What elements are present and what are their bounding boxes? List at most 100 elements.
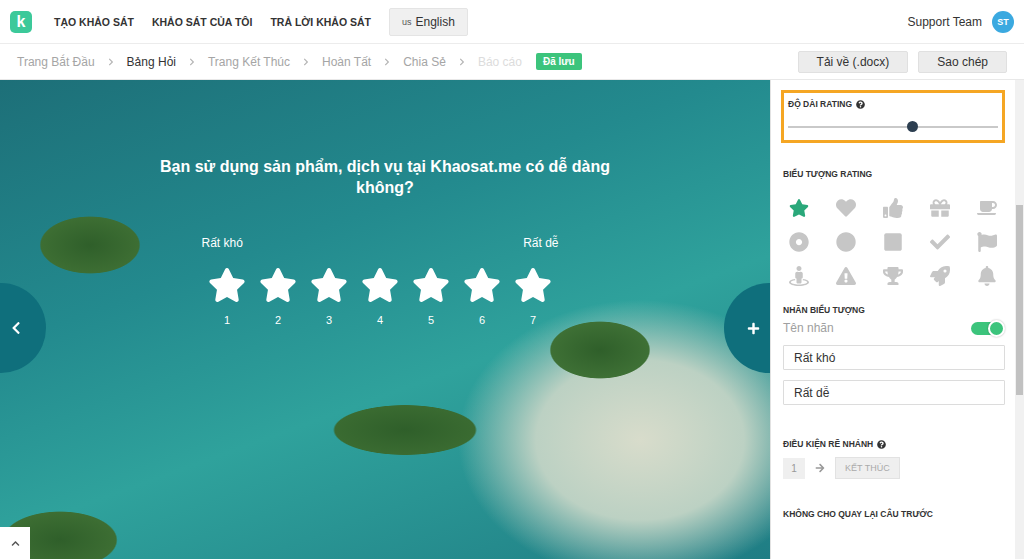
- bell-icon: [977, 266, 997, 286]
- rating-number: 7: [530, 314, 536, 326]
- gift-icon: [930, 198, 950, 218]
- icon-option[interactable]: [971, 225, 1015, 259]
- rating-option[interactable]: 3: [304, 266, 355, 326]
- top-bar: k TẠO KHẢO SÁT KHẢO SÁT CỦA TÔI TRẢ LỜI KHẢ…: [0, 0, 1024, 44]
- icon-option[interactable]: [924, 259, 971, 293]
- person-icon: [789, 266, 809, 286]
- logo[interactable]: k: [10, 11, 32, 33]
- arrow-right-icon: [815, 463, 825, 473]
- rating-number: 3: [326, 314, 332, 326]
- rating-number: 6: [479, 314, 485, 326]
- trophy-icon: [883, 266, 903, 286]
- section-label: NHÃN BIỂU TƯỢNG: [783, 305, 1005, 315]
- rating-option[interactable]: 5: [406, 266, 457, 326]
- step[interactable]: Chia Sẻ: [403, 55, 446, 69]
- icon-option[interactable]: [924, 225, 971, 259]
- icon-option[interactable]: [877, 191, 924, 225]
- chevron-right-icon: [458, 58, 466, 66]
- separator: [458, 58, 466, 66]
- flag: us: [402, 17, 412, 27]
- collapse-button[interactable]: [0, 527, 30, 559]
- icon-option[interactable]: [971, 191, 1015, 225]
- help-icon[interactable]: [877, 440, 886, 449]
- slider-thumb[interactable]: [907, 121, 918, 132]
- user-name[interactable]: Support Team: [908, 15, 983, 29]
- step[interactable]: Trang Kết Thúc: [208, 55, 290, 69]
- rating-option[interactable]: 1: [202, 266, 253, 326]
- icon-option[interactable]: [971, 259, 1015, 293]
- separator: [383, 58, 391, 66]
- section-label: BIỂU TƯỢNG RATING: [783, 169, 1005, 179]
- previous-button[interactable]: [0, 283, 46, 373]
- rating-number: 4: [377, 314, 383, 326]
- step: Báo cáo: [478, 55, 522, 69]
- action-button[interactable]: Tải về (.docx): [798, 51, 909, 73]
- rating-number: 5: [428, 314, 434, 326]
- chevron-right-icon: [302, 58, 310, 66]
- warning-icon: [836, 266, 856, 286]
- circle-icon: [836, 232, 856, 252]
- icon-option[interactable]: [924, 191, 971, 225]
- nav-item[interactable]: TRẢ LỜI KHẢO SÁT: [270, 16, 371, 28]
- star-icon: [789, 198, 809, 218]
- label-toggle[interactable]: [971, 322, 1003, 335]
- separator: [107, 58, 115, 66]
- add-button[interactable]: [724, 283, 770, 373]
- label-input[interactable]: [783, 380, 1005, 405]
- icon-option[interactable]: [783, 225, 830, 259]
- step[interactable]: Hoàn Tất: [322, 55, 371, 69]
- scroll-thumb[interactable]: [1016, 205, 1023, 395]
- icon-option[interactable]: [783, 259, 830, 293]
- icon-option[interactable]: [877, 259, 924, 293]
- high-label: Rất dễ: [523, 236, 558, 250]
- action-button[interactable]: Sao chép: [918, 51, 1007, 73]
- section-label: ĐỘ DÀI RATING: [788, 99, 998, 109]
- chevron-right-icon: [188, 58, 196, 66]
- star-icon: [412, 266, 450, 304]
- rating: Rất khó Rất dễ 1 2 3 4 5 6 7: [202, 236, 559, 326]
- icon-option[interactable]: [877, 225, 924, 259]
- rating-option[interactable]: 2: [253, 266, 304, 326]
- settings-panel: ĐỘ DÀI RATING BIỂU TƯỢNG RATING NHÃN BIỂU …: [770, 80, 1024, 559]
- step[interactable]: Bảng Hỏi: [127, 55, 176, 69]
- separator: [302, 58, 310, 66]
- nav-item[interactable]: KHẢO SÁT CỦA TÔI: [152, 16, 253, 28]
- help-icon[interactable]: [856, 100, 865, 109]
- avatar[interactable]: ST: [992, 11, 1014, 33]
- icon-grid: [783, 191, 1005, 293]
- rocket-icon: [930, 266, 950, 286]
- target-icon: [789, 232, 809, 252]
- branch-target[interactable]: KẾT THÚC: [835, 457, 900, 479]
- flag-icon: [977, 232, 997, 252]
- rating-number: 1: [224, 314, 230, 326]
- branch-from[interactable]: 1: [783, 458, 805, 479]
- rating-option[interactable]: 4: [355, 266, 406, 326]
- label-input[interactable]: [783, 345, 1005, 370]
- coffee-icon: [977, 198, 997, 218]
- icon-option[interactable]: [830, 259, 877, 293]
- icon-option[interactable]: [783, 191, 830, 225]
- scrollbar[interactable]: [1015, 80, 1024, 559]
- question-canvas: Bạn sử dụng sản phẩm, dịch vụ tại Khaosa…: [0, 80, 770, 559]
- rating-option[interactable]: 6: [457, 266, 508, 326]
- star-icon: [463, 266, 501, 304]
- rating-option[interactable]: 7: [508, 266, 559, 326]
- nav-item[interactable]: TẠO KHẢO SÁT: [54, 16, 134, 28]
- language-button[interactable]: us English: [389, 8, 468, 36]
- icon-option[interactable]: [830, 225, 877, 259]
- plus-icon: [747, 322, 760, 335]
- chevron-right-icon: [383, 58, 391, 66]
- square-icon: [883, 232, 903, 252]
- section-label: ĐIỀU KIỆN RẼ NHÁNH: [783, 439, 1005, 449]
- low-label: Rất khó: [202, 236, 243, 250]
- rating-length-slider[interactable]: [788, 126, 998, 128]
- icon-option[interactable]: [830, 191, 877, 225]
- separator: [188, 58, 196, 66]
- saved-badge: Đã lưu: [536, 53, 582, 70]
- step[interactable]: Trang Bắt Đầu: [17, 55, 95, 69]
- star-icon: [259, 266, 297, 304]
- language-label: English: [416, 15, 455, 29]
- question-text: Bạn sử dụng sản phẩm, dịch vụ tại Khaosa…: [135, 156, 635, 198]
- rating-length-section: ĐỘ DÀI RATING: [781, 90, 1005, 143]
- star-icon: [514, 266, 552, 304]
